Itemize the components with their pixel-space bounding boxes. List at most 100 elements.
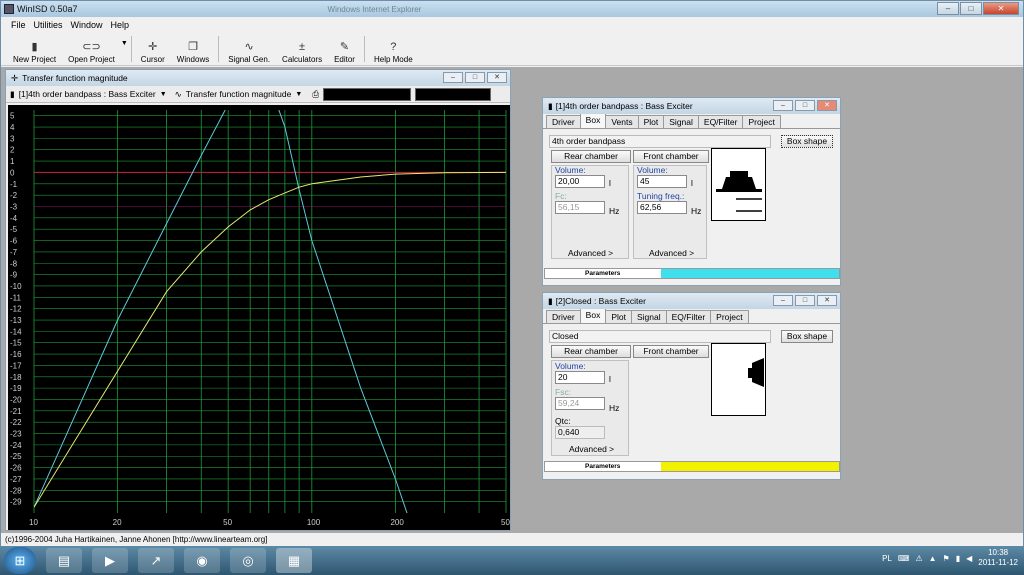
box-shape-button[interactable]: Box shape bbox=[781, 330, 833, 343]
project-select[interactable]: [1]4th order bandpass : Bass Exciter bbox=[19, 89, 156, 99]
rear-volume-label: Volume: bbox=[555, 165, 586, 175]
transfer-minimize-button[interactable]: – bbox=[443, 72, 463, 83]
rear-fc-unit: Hz bbox=[609, 206, 620, 216]
closed-box-diagram bbox=[711, 343, 766, 416]
cursor-icon: ✛ bbox=[148, 41, 158, 53]
rear-chamber-button[interactable]: Rear chamber bbox=[551, 345, 631, 358]
title-bar[interactable]: WinISD 0.50a7 Windows Internet Explorer … bbox=[1, 1, 1023, 17]
transfer-maximize-button[interactable]: □ bbox=[465, 72, 485, 83]
close-button[interactable]: ✕ bbox=[983, 2, 1019, 15]
clock[interactable]: 10:38 2011-11-12 bbox=[978, 548, 1018, 568]
box1-maximize-button[interactable]: □ bbox=[795, 100, 815, 111]
transfer-function-plot[interactable]: 5 4 3 2 1 0 -1 -2 -3 -4 -5 -6 -7 -8 -9 -10 -11 -12 -13 -14-… bbox=[8, 105, 510, 530]
y-tick-label: -25 bbox=[10, 452, 22, 461]
box1-minimize-button[interactable]: – bbox=[773, 100, 793, 111]
y-tick-label: -26 bbox=[10, 464, 22, 473]
editor-button[interactable]: ✎ Editor bbox=[328, 34, 361, 64]
help-mode-button[interactable]: ? Help Mode bbox=[368, 34, 419, 64]
tab-project[interactable]: Project bbox=[742, 115, 781, 128]
box2-title: [2]Closed : Bass Exciter bbox=[555, 296, 646, 306]
x-tick-label: 200 bbox=[390, 518, 404, 527]
closed-diagram-svg bbox=[748, 358, 764, 387]
box2-tabs: Driver Box Plot Signal EQ/Filter Project bbox=[543, 308, 840, 324]
box2-close-button[interactable]: ✕ bbox=[817, 295, 837, 306]
tray-expand-icon[interactable]: ▲ bbox=[929, 554, 937, 563]
menu-window[interactable]: Window bbox=[71, 20, 103, 30]
new-project-button[interactable]: ▮ New Project bbox=[7, 34, 62, 64]
transfer-window-title: Transfer function magnitude bbox=[22, 73, 128, 83]
cursor-button[interactable]: ✛ Cursor bbox=[135, 34, 171, 64]
graph-type-icon: ∿ bbox=[174, 88, 182, 99]
front-volume-input[interactable]: 45 bbox=[637, 175, 687, 188]
box-shape-button[interactable]: Box shape bbox=[781, 135, 833, 148]
network-icon[interactable]: ▮ bbox=[956, 554, 960, 563]
tab-driver[interactable]: Driver bbox=[546, 115, 581, 128]
volume-input[interactable]: 20 bbox=[555, 371, 605, 384]
start-button[interactable]: ⊞ bbox=[4, 547, 36, 574]
tab-eq-filter[interactable]: EQ/Filter bbox=[665, 310, 712, 323]
transfer-close-button[interactable]: ✕ bbox=[487, 72, 507, 83]
fsc-unit: Hz bbox=[609, 403, 620, 413]
rear-advanced-link[interactable]: Advanced > bbox=[568, 248, 613, 258]
flag-icon[interactable]: ⚑ bbox=[943, 554, 950, 563]
box-type-select[interactable]: 4th order bandpass bbox=[549, 135, 771, 148]
x-tick-label: 500 bbox=[501, 518, 510, 527]
graph-type-dropdown-icon[interactable]: ▼ bbox=[295, 91, 302, 98]
menu-help[interactable]: Help bbox=[111, 20, 130, 30]
front-chamber-button[interactable]: Front chamber bbox=[633, 345, 709, 358]
camera-taskbar-icon[interactable]: ◎ bbox=[230, 548, 266, 573]
tab-box[interactable]: Box bbox=[579, 308, 607, 323]
tuning-freq-input[interactable]: 62,56 bbox=[637, 201, 687, 214]
minimize-button[interactable]: – bbox=[937, 2, 959, 15]
y-tick-label: -5 bbox=[10, 225, 18, 234]
chart-app-taskbar-icon[interactable]: ↗ bbox=[138, 548, 174, 573]
media-player-taskbar-icon[interactable]: ▶ bbox=[92, 548, 128, 573]
rear-chamber-button[interactable]: Rear chamber bbox=[551, 150, 631, 163]
print-icon[interactable]: ⎙ bbox=[312, 89, 319, 100]
open-project-label: Open Project bbox=[68, 55, 115, 64]
box2-maximize-button[interactable]: □ bbox=[795, 295, 815, 306]
transfer-window-title-bar[interactable]: ✛ Transfer function magnitude – □ ✕ bbox=[6, 70, 510, 86]
menu-file[interactable]: File bbox=[11, 20, 26, 30]
volume-icon[interactable]: ◀ bbox=[966, 554, 972, 563]
parameters-label: Parameters bbox=[585, 463, 621, 470]
tuning-freq-label: Tuning freq.: bbox=[637, 191, 685, 201]
project-select-dropdown-icon[interactable]: ▼ bbox=[160, 91, 167, 98]
wifi-taskbar-icon[interactable]: ◉ bbox=[184, 548, 220, 573]
windows-button[interactable]: ❐ Windows bbox=[171, 34, 215, 64]
box2-minimize-button[interactable]: – bbox=[773, 295, 793, 306]
y-tick-label: -23 bbox=[10, 430, 22, 439]
box1-close-button[interactable]: ✕ bbox=[817, 100, 837, 111]
box-window-closed: ▮ [2]Closed : Bass Exciter – □ ✕ Driver … bbox=[542, 292, 841, 480]
open-project-button[interactable]: ⊂⊃ Open Project bbox=[62, 34, 121, 64]
keyboard-icon[interactable]: ⌨ bbox=[898, 554, 910, 563]
tab-box[interactable]: Box bbox=[579, 113, 607, 128]
advanced-link[interactable]: Advanced > bbox=[569, 444, 614, 454]
tab-signal[interactable]: Signal bbox=[630, 310, 667, 323]
front-advanced-link[interactable]: Advanced > bbox=[649, 248, 694, 258]
tab-signal[interactable]: Signal bbox=[663, 115, 699, 128]
system-tray: PL ⌨ ⚠ ▲ ⚑ ▮ ◀ 10:38 2011-11-12 bbox=[882, 548, 1018, 568]
y-tick-label: -24 bbox=[10, 441, 22, 450]
open-project-dropdown-icon[interactable]: ▼ bbox=[121, 40, 128, 47]
language-indicator[interactable]: PL bbox=[882, 554, 892, 563]
maximize-button[interactable]: □ bbox=[960, 2, 982, 15]
graph-type-select[interactable]: Transfer function magnitude bbox=[186, 89, 292, 99]
rear-volume-input[interactable]: 20,00 bbox=[555, 175, 605, 188]
tab-vents[interactable]: Vents bbox=[605, 115, 639, 128]
tab-plot[interactable]: Plot bbox=[605, 310, 632, 323]
signal-gen-button[interactable]: ∿ Signal Gen. bbox=[222, 34, 276, 64]
box1-title-bar[interactable]: ▮ [1]4th order bandpass : Bass Exciter –… bbox=[543, 98, 840, 114]
tab-eq-filter[interactable]: EQ/Filter bbox=[697, 115, 744, 128]
box2-title-bar[interactable]: ▮ [2]Closed : Bass Exciter – □ ✕ bbox=[543, 293, 840, 309]
explorer-taskbar-icon[interactable]: ▤ bbox=[46, 548, 82, 573]
update-icon[interactable]: ⚠ bbox=[915, 554, 922, 563]
tab-plot[interactable]: Plot bbox=[637, 115, 665, 128]
calculators-button[interactable]: ± Calculators bbox=[276, 34, 328, 64]
tab-project[interactable]: Project bbox=[710, 310, 749, 323]
front-chamber-button[interactable]: Front chamber bbox=[633, 150, 709, 163]
menu-utilities[interactable]: Utilities bbox=[34, 20, 63, 30]
box-type-select[interactable]: Closed bbox=[549, 330, 771, 343]
tab-driver[interactable]: Driver bbox=[546, 310, 581, 323]
winisd-taskbar-icon[interactable]: ▦ bbox=[276, 548, 312, 573]
